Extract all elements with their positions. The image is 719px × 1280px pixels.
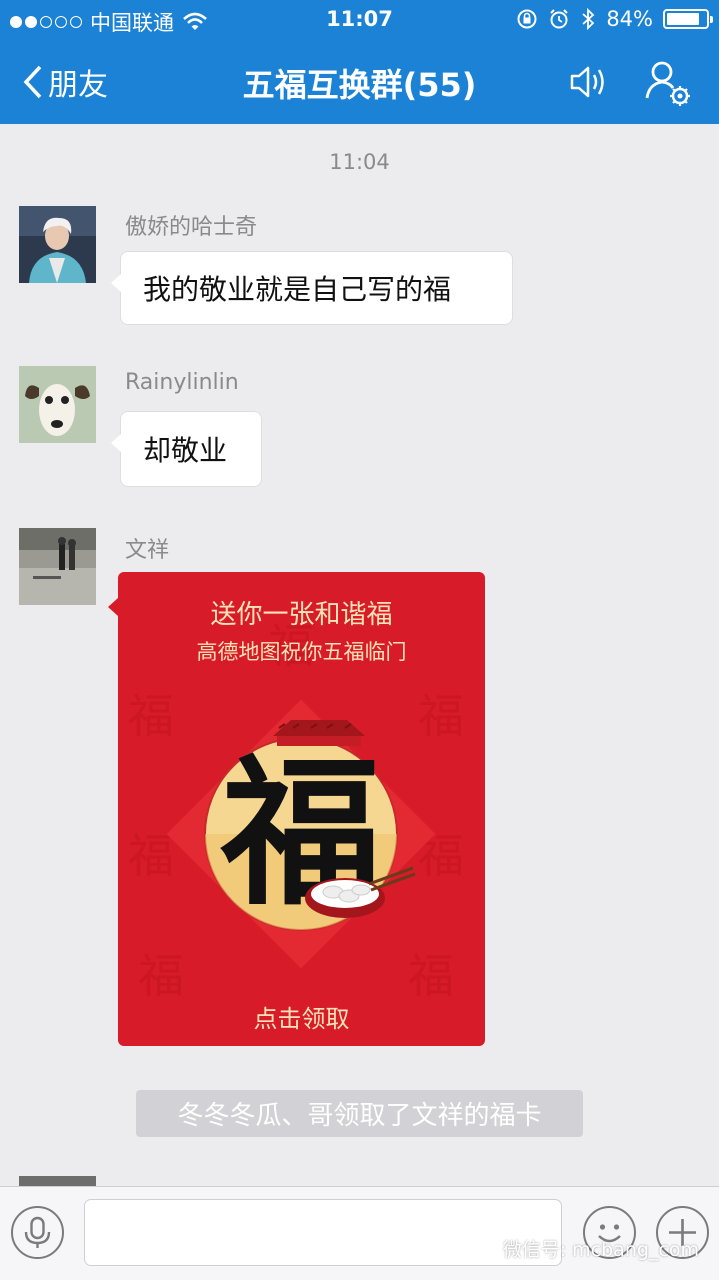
card-subtitle: 高德地图祝你五福临门 bbox=[196, 640, 407, 664]
message-bubble[interactable]: 却敬业 bbox=[111, 411, 262, 487]
avatar[interactable] bbox=[19, 366, 96, 443]
message-bubble[interactable]: 我的敬业就是自己写的福 bbox=[111, 251, 513, 325]
sender-name: 文祥 bbox=[125, 538, 170, 563]
battery-icon bbox=[663, 9, 713, 29]
watermark: 微信号: mcbang_com bbox=[474, 1235, 699, 1262]
group-settings-icon[interactable] bbox=[644, 58, 692, 106]
nav-bar: 朋友 五福互换群(55) bbox=[0, 40, 719, 124]
system-notice-text: 冬冬冬瓜、哥领取了文祥的福卡 bbox=[177, 1101, 542, 1131]
message-text: 却敬业 bbox=[143, 434, 228, 467]
voice-button[interactable] bbox=[11, 1206, 64, 1259]
back-button[interactable]: 朋友 bbox=[22, 60, 108, 104]
fu-card-message[interactable]: 福 福 福 福 福 福 福 送你一张和谐福 高德地图祝你五福临门 福 点击领取 bbox=[118, 572, 485, 1046]
chat-timestamp: 11:04 bbox=[329, 150, 390, 174]
alarm-icon bbox=[550, 9, 569, 29]
voice-icon bbox=[24, 1216, 51, 1248]
wechat-logo-icon bbox=[474, 1240, 497, 1257]
speaker-icon[interactable] bbox=[568, 62, 612, 102]
system-notice: 冬冬冬瓜、哥领取了文祥的福卡 bbox=[136, 1090, 583, 1137]
card-tail bbox=[108, 598, 118, 616]
avatar[interactable] bbox=[19, 206, 96, 283]
message-text: 我的敬业就是自己写的福 bbox=[143, 273, 452, 306]
back-chevron-icon bbox=[23, 65, 42, 99]
orientation-lock-icon bbox=[517, 9, 537, 29]
card-title: 送你一张和谐福 bbox=[210, 600, 393, 630]
input-bar: 微信号: mcbang_com bbox=[0, 1186, 719, 1280]
sender-name: Rainylinlin bbox=[125, 370, 239, 395]
bluetooth-icon bbox=[582, 7, 595, 31]
status-bar: 中国联通 11:07 84% bbox=[0, 0, 719, 40]
back-label: 朋友 bbox=[48, 68, 108, 103]
avatar[interactable] bbox=[19, 528, 96, 605]
fu-emblem-icon: 福 bbox=[166, 699, 436, 969]
sender-name: 傲娇的哈士奇 bbox=[125, 215, 258, 240]
battery-percent: 84% bbox=[606, 7, 653, 31]
watermark-text: 微信号: mcbang_com bbox=[502, 1239, 699, 1261]
claim-card-link[interactable]: 点击领取 bbox=[118, 999, 485, 1034]
